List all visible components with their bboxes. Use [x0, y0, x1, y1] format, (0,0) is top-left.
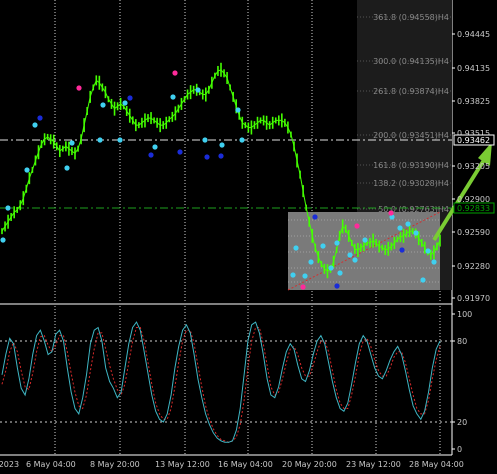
fractal-marker-cyan [239, 137, 245, 143]
y-tick-label: 0.92590 [457, 228, 490, 237]
fractal-marker-pink [172, 70, 178, 76]
y-tick-label: 0.93205 [457, 162, 490, 171]
fractal-marker-cyan [431, 259, 437, 265]
fractal-marker-cyan [328, 265, 334, 271]
price-tag-label: 0.92833 [457, 204, 490, 213]
y-tick-label: 0.93825 [457, 97, 490, 106]
fractal-marker-cyan [347, 252, 353, 258]
osc-signal-line [1, 327, 441, 443]
fractal-marker-blue [148, 152, 154, 158]
fractal-marker-cyan [24, 167, 30, 173]
fractal-marker-pink [300, 284, 306, 290]
y-tick-label: 0.91970 [457, 294, 490, 303]
x-tick-label: 20 May 20:00 [282, 460, 337, 469]
x-tick-label: 13 May 12:00 [155, 460, 210, 469]
fractal-marker-cyan [293, 245, 299, 251]
price-tag-label: 0.93462 [457, 136, 490, 145]
fractal-marker-pink [76, 85, 82, 91]
fractal-marker-cyan [308, 259, 314, 265]
x-tick-label: 8 May 20:00 [90, 460, 140, 469]
fractal-marker-cyan [152, 144, 158, 150]
fractal-marker-blue [312, 214, 318, 220]
price-tag: 0.92833 [453, 202, 495, 214]
fractal-marker-cyan [122, 100, 128, 106]
fractal-marker-cyan [405, 221, 411, 227]
y-tick-label: 0.92280 [457, 262, 490, 271]
fractal-marker-cyan [170, 94, 176, 100]
osc-level-label: 0 [457, 445, 462, 454]
trading-chart-window[interactable]: 361.8 (0.94558)H4 300.0 (0.94135)H4 261.8 … [0, 0, 497, 474]
x-tick-label: 28 May 04:00 [409, 460, 464, 469]
fractal-marker-blue [334, 283, 340, 289]
price-chart[interactable]: 361.8 (0.94558)H4300.0 (0.94135)H4261.8 … [0, 0, 497, 474]
fractal-marker-blue [218, 153, 224, 159]
y-tick-label: 0.94445 [457, 30, 490, 39]
fractal-marker-cyan [420, 277, 426, 283]
fractal-marker-cyan [425, 248, 431, 254]
fractal-marker-cyan [69, 140, 75, 146]
osc-level-label: 20 [457, 418, 467, 427]
fractal-marker-cyan [362, 237, 368, 243]
fractal-marker-pink [354, 223, 360, 229]
osc-level-label: 80 [457, 337, 467, 346]
fractal-marker-cyan [5, 205, 11, 211]
price-tag: 0.93462 [453, 134, 495, 146]
fractal-marker-cyan [302, 273, 308, 279]
fractal-marker-cyan [337, 270, 343, 276]
fractal-marker-cyan [100, 102, 106, 108]
osc-level-label: 100 [457, 310, 472, 319]
fractal-marker-blue [127, 95, 133, 101]
fractal-marker-cyan [290, 272, 296, 278]
x-tick-label: 1 May 2023 [0, 460, 19, 469]
y-tick-label: 0.94135 [457, 64, 490, 73]
time-axis: 1 May 2023 6 May 04:00 8 May 20:00 13 May 1… [0, 460, 464, 469]
x-tick-label: 6 May 04:00 [26, 460, 76, 469]
fractal-marker-cyan [117, 137, 123, 143]
fractal-marker-cyan [320, 243, 326, 249]
price-axis: 0.944450.941350.938250.935150.932050.929… [452, 30, 490, 303]
fractal-marker-pink [388, 210, 394, 216]
fractal-marker-cyan [64, 165, 70, 171]
fractal-marker-cyan [413, 230, 419, 236]
stochastic-oscillator: 100 80 20 0 [0, 310, 472, 454]
fractal-marker-blue [177, 149, 183, 155]
fractal-marker-blue [204, 154, 210, 160]
fractal-marker-cyan [397, 225, 403, 231]
fractal-marker-cyan [202, 137, 208, 143]
osc-main-line [1, 321, 441, 443]
x-tick-label: 23 May 12:00 [346, 460, 401, 469]
fractal-marker-cyan [97, 137, 103, 143]
fractal-marker-cyan [195, 87, 201, 93]
fractal-marker-cyan [235, 107, 241, 113]
fractal-marker-cyan [219, 142, 225, 148]
x-tick-label: 16 May 04:00 [218, 460, 273, 469]
fractal-marker-cyan [0, 237, 6, 243]
fractal-marker-cyan [352, 257, 358, 263]
fractal-marker-blue [37, 115, 43, 121]
fractal-marker-blue [399, 247, 405, 253]
fractal-marker-cyan [334, 240, 340, 246]
fractal-marker-cyan [32, 122, 38, 128]
